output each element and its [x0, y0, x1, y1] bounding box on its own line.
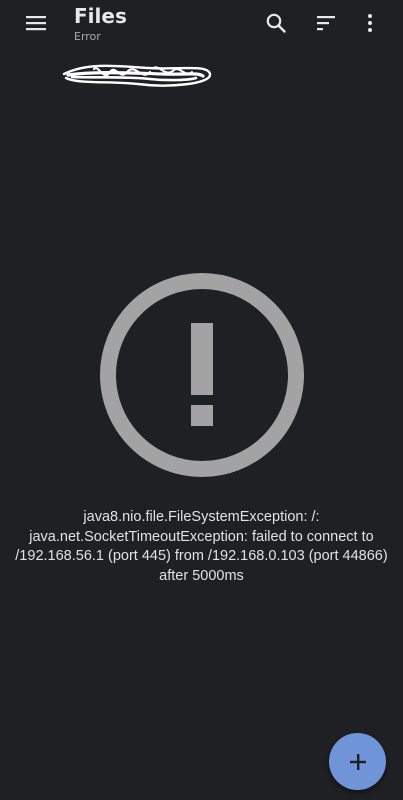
search-button[interactable] [260, 7, 292, 39]
app-title: Files [74, 4, 127, 28]
error-area: java8.nio.file.FileSystemException: /: j… [0, 270, 403, 584]
app-bar: Files Error [0, 0, 403, 56]
menu-button[interactable] [20, 7, 52, 39]
error-icon [99, 273, 304, 477]
menu-icon [26, 16, 46, 31]
more-vert-icon [368, 14, 372, 32]
title-block: Files Error [74, 4, 127, 44]
app-subtitle: Error [74, 30, 101, 43]
redaction-scribble [62, 64, 212, 87]
error-message: java8.nio.file.FileSystemException: /: j… [15, 509, 388, 584]
sort-button[interactable] [310, 7, 342, 39]
add-fab-button[interactable] [329, 733, 386, 790]
add-icon [349, 753, 366, 770]
search-icon [266, 13, 286, 33]
more-options-button[interactable] [354, 7, 386, 39]
files-screen: Files Error java8.nio.file.FileSystemExc… [0, 0, 403, 800]
sort-icon [317, 16, 335, 31]
